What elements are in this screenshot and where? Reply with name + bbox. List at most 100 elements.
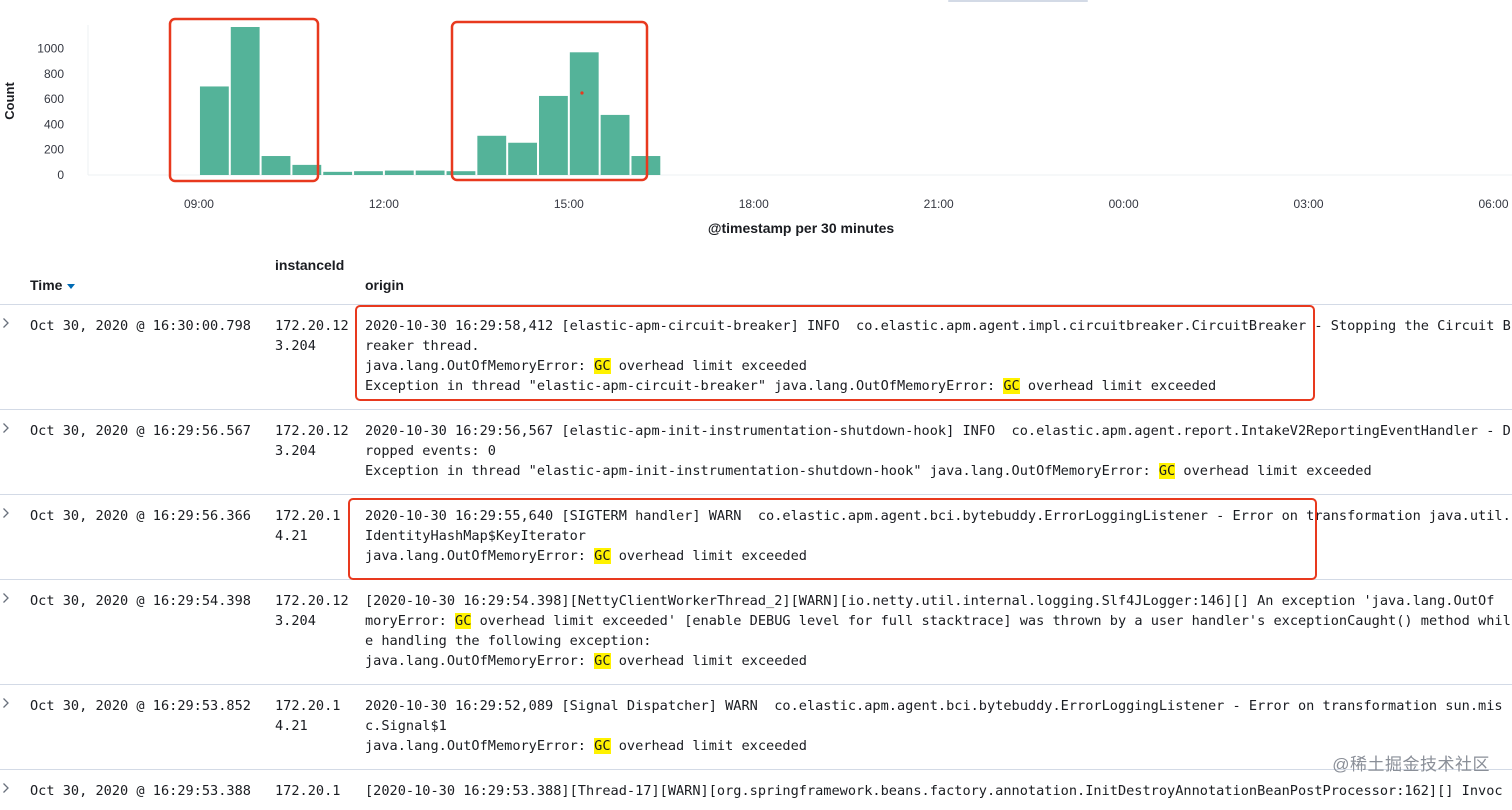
x-tick-label: 06:00 bbox=[1478, 197, 1508, 211]
log-text: Exception in thread "elastic-apm-init-in… bbox=[365, 463, 1159, 479]
column-header-time-label: Time bbox=[30, 277, 63, 293]
histogram-bar bbox=[261, 156, 291, 175]
log-line: 2020-10-30 16:29:55,640 [SIGTERM handler… bbox=[365, 506, 1512, 526]
cell-origin: 2020-10-30 16:29:56,567 [elastic-apm-ini… bbox=[365, 421, 1512, 481]
cell-time: Oct 30, 2020 @ 16:30:00.798 bbox=[30, 318, 251, 334]
expand-row-icon[interactable] bbox=[2, 697, 12, 711]
table-row[interactable]: Oct 30, 2020 @ 16:29:53.388 172.20.1 [20… bbox=[0, 769, 1512, 810]
x-axis-title: @timestamp per 30 minutes bbox=[708, 220, 895, 236]
histogram-bar bbox=[569, 52, 599, 175]
log-line: 2020-10-30 16:29:52,089 [Signal Dispatch… bbox=[365, 696, 1512, 716]
y-tick-label: 200 bbox=[44, 143, 64, 157]
log-line: java.lang.OutOfMemoryError: GC overhead … bbox=[365, 546, 1512, 566]
histogram-chart: 0 200 400 600 800 1000 09:00 12:00 15:00 18:00 21:… bbox=[2, 17, 1512, 236]
column-header-instance[interactable]: instanceId bbox=[275, 257, 344, 273]
log-text: 2020-10-30 16:29:58,412 [elastic-apm-cir… bbox=[365, 318, 1511, 334]
watermark: @稀土掘金技术社区 bbox=[1332, 755, 1490, 774]
column-header-origin[interactable]: origin bbox=[365, 277, 404, 293]
log-line: IdentityHashMap$KeyIterator bbox=[365, 526, 1512, 546]
x-tick-label: 21:00 bbox=[924, 197, 954, 211]
expand-row-icon[interactable] bbox=[2, 782, 12, 796]
log-text: moryError: bbox=[365, 613, 456, 629]
log-text: IdentityHashMap$KeyIterator bbox=[365, 528, 586, 544]
log-line: 2020-10-30 16:29:58,412 [elastic-apm-cir… bbox=[365, 316, 1512, 336]
cell-instance: 172.20.123.204 bbox=[275, 593, 349, 629]
search-highlight: GC bbox=[1003, 378, 1020, 394]
log-text: overhead limit exceeded bbox=[1175, 463, 1372, 479]
log-text: overhead limit exceeded bbox=[610, 738, 807, 754]
expand-row-icon[interactable] bbox=[2, 317, 12, 331]
log-text: overhead limit exceeded bbox=[1019, 378, 1217, 394]
log-text: java.lang.OutOfMemoryError: bbox=[365, 358, 595, 374]
log-line: e handling the following exception: bbox=[365, 631, 1512, 651]
search-highlight: GC bbox=[594, 358, 611, 374]
y-tick-label: 1000 bbox=[37, 42, 64, 56]
histogram-bar bbox=[354, 171, 383, 175]
histogram-bar bbox=[199, 86, 229, 175]
histogram-bar bbox=[230, 27, 260, 175]
table-row[interactable]: Oct 30, 2020 @ 16:29:54.398 172.20.123.2… bbox=[0, 579, 1512, 684]
search-highlight: GC bbox=[594, 548, 611, 564]
cell-origin: 2020-10-30 16:29:58,412 [elastic-apm-cir… bbox=[365, 316, 1512, 396]
table-row[interactable]: Oct 30, 2020 @ 16:29:56.366 172.20.14.21… bbox=[0, 494, 1512, 579]
log-line: Exception in thread "elastic-apm-init-in… bbox=[365, 461, 1512, 481]
sort-desc-icon[interactable] bbox=[67, 283, 76, 289]
expand-row-icon[interactable] bbox=[2, 422, 12, 436]
log-text: 2020-10-30 16:29:56,567 [elastic-apm-ini… bbox=[365, 423, 1511, 439]
y-axis-title: Count bbox=[2, 82, 17, 120]
log-text: [2020-10-30 16:29:53.388][Thread-17][WAR… bbox=[365, 783, 1503, 799]
log-text: 2020-10-30 16:29:52,089 [Signal Dispatch… bbox=[365, 698, 1503, 714]
log-text: overhead limit exceeded' [enable DEBUG l… bbox=[471, 613, 1511, 629]
log-line: java.lang.OutOfMemoryError: GC overhead … bbox=[365, 356, 1512, 376]
log-line: Exception in thread "elastic-apm-circuit… bbox=[365, 376, 1512, 396]
x-tick-label: 03:00 bbox=[1294, 197, 1324, 211]
x-tick-label: 18:00 bbox=[739, 197, 769, 211]
log-text: Exception in thread "elastic-apm-circuit… bbox=[365, 378, 1004, 394]
search-highlight: GC bbox=[594, 738, 611, 754]
cell-origin: [2020-10-30 16:29:54.398][NettyClientWor… bbox=[365, 591, 1512, 671]
log-line: moryError: GC overhead limit exceeded' [… bbox=[365, 611, 1512, 631]
chart-annotation-dot bbox=[580, 91, 584, 95]
log-line: [2020-10-30 16:29:53.388][Thread-17][WAR… bbox=[365, 781, 1512, 801]
histogram-bar bbox=[384, 170, 414, 175]
log-text: overhead limit exceeded bbox=[610, 358, 807, 374]
cell-origin: 2020-10-30 16:29:55,640 [SIGTERM handler… bbox=[365, 506, 1512, 566]
y-tick-label: 0 bbox=[57, 168, 64, 182]
cell-time: Oct 30, 2020 @ 16:29:56.567 bbox=[30, 423, 251, 439]
expand-row-icon[interactable] bbox=[2, 592, 12, 606]
search-highlight: GC bbox=[1158, 463, 1176, 479]
x-tick-label: 12:00 bbox=[369, 197, 399, 211]
table-row[interactable]: Oct 30, 2020 @ 16:29:56.567 172.20.123.2… bbox=[0, 409, 1512, 494]
log-line: reaker thread. bbox=[365, 336, 1512, 356]
log-text: java.lang.OutOfMemoryError: bbox=[365, 653, 595, 669]
table-row[interactable]: Oct 30, 2020 @ 16:29:53.852 172.20.14.21… bbox=[0, 684, 1512, 769]
x-tick-label: 09:00 bbox=[184, 197, 214, 211]
table-row[interactable]: Oct 30, 2020 @ 16:30:00.798 172.20.123.2… bbox=[0, 304, 1512, 409]
log-text: reaker thread. bbox=[365, 338, 480, 354]
log-text: [2020-10-30 16:29:54.398][NettyClientWor… bbox=[365, 593, 1495, 609]
log-text: java.lang.OutOfMemoryError: bbox=[365, 738, 595, 754]
cell-instance: 172.20.123.204 bbox=[275, 318, 349, 354]
expand-row-icon[interactable] bbox=[2, 507, 12, 521]
x-tick-label: 00:00 bbox=[1109, 197, 1139, 211]
log-line: [2020-10-30 16:29:54.398][NettyClientWor… bbox=[365, 591, 1512, 611]
x-tick-label: 15:00 bbox=[554, 197, 584, 211]
histogram-bar bbox=[508, 142, 538, 175]
column-header-time[interactable]: Time bbox=[30, 277, 76, 293]
cell-instance: 172.20.1 bbox=[275, 783, 341, 799]
log-line: 2020-10-30 16:29:56,567 [elastic-apm-ini… bbox=[365, 421, 1512, 441]
cell-time: Oct 30, 2020 @ 16:29:54.398 bbox=[30, 593, 251, 609]
log-line: ropped events: 0 bbox=[365, 441, 1512, 461]
y-tick-label: 400 bbox=[44, 117, 64, 131]
cell-instance: 172.20.14.21 bbox=[275, 698, 341, 734]
cell-instance: 172.20.14.21 bbox=[275, 508, 341, 544]
log-text: e handling the following exception: bbox=[365, 633, 652, 649]
cell-origin: [2020-10-30 16:29:53.388][Thread-17][WAR… bbox=[365, 781, 1512, 801]
histogram-bar bbox=[600, 114, 630, 175]
log-text: overhead limit exceeded bbox=[610, 653, 807, 669]
histogram-bar bbox=[477, 135, 507, 175]
cell-time: Oct 30, 2020 @ 16:29:53.852 bbox=[30, 698, 251, 714]
log-text: c.Signal$1 bbox=[365, 718, 447, 734]
y-tick-label: 800 bbox=[44, 67, 64, 81]
y-tick-label: 600 bbox=[44, 92, 64, 106]
